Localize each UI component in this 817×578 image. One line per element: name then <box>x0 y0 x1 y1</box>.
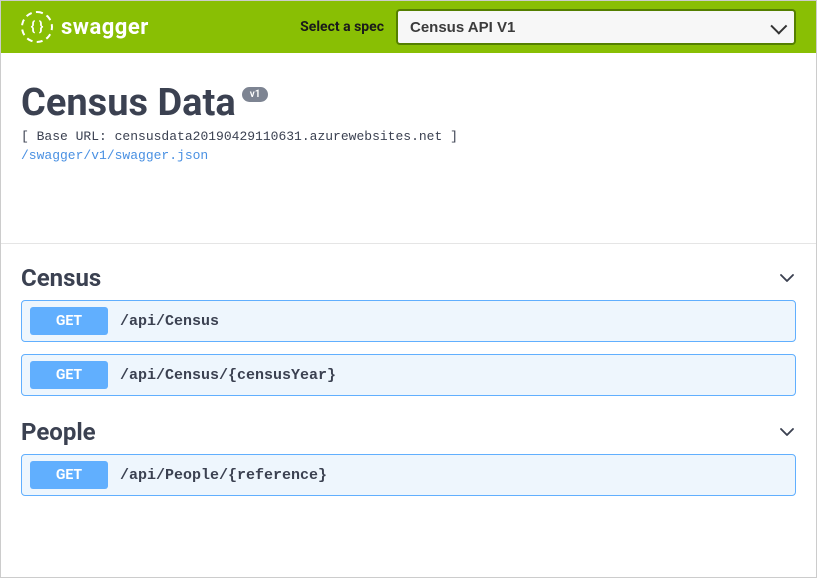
tag-header-people[interactable]: People <box>21 408 796 454</box>
method-badge-get: GET <box>30 361 108 389</box>
spec-selector-area: Select a spec Census API V1 <box>300 9 796 45</box>
spec-select-wrap: Census API V1 <box>396 9 796 45</box>
base-url-prefix: [ Base URL: <box>21 129 115 144</box>
chevron-down-icon <box>778 269 796 287</box>
operation-row[interactable]: GET /api/Census/{censusYear} <box>21 354 796 396</box>
base-url-value: censusdata20190429110631.azurewebsites.n… <box>115 129 443 144</box>
swagger-logo-icon: { } <box>21 11 53 43</box>
version-badge: v1 <box>242 87 269 102</box>
base-url-line: [ Base URL: censusdata20190429110631.azu… <box>21 129 796 144</box>
operation-row[interactable]: GET /api/Census <box>21 300 796 342</box>
swagger-json-link[interactable]: /swagger/v1/swagger.json <box>21 148 208 163</box>
api-info-section: Census Data v1 [ Base URL: censusdata201… <box>1 53 816 203</box>
swagger-logo-text: swagger <box>61 15 149 40</box>
operation-row[interactable]: GET /api/People/{reference} <box>21 454 796 496</box>
method-badge-get: GET <box>30 461 108 489</box>
base-url-suffix: ] <box>442 129 458 144</box>
operation-path: /api/Census <box>120 313 219 330</box>
swagger-logo[interactable]: { } swagger <box>21 11 149 43</box>
spec-select[interactable]: Census API V1 <box>396 9 796 45</box>
tag-name: Census <box>21 264 101 292</box>
section-gap <box>1 203 816 243</box>
operations-section: Census GET /api/Census GET /api/Census/{… <box>1 243 816 528</box>
operation-path: /api/Census/{censusYear} <box>120 367 336 384</box>
method-badge-get: GET <box>30 307 108 335</box>
operation-path: /api/People/{reference} <box>120 467 327 484</box>
topbar: { } swagger Select a spec Census API V1 <box>1 1 816 53</box>
tag-name: People <box>21 418 96 446</box>
api-title: Census Data <box>21 81 236 125</box>
chevron-down-icon <box>778 423 796 441</box>
api-title-row: Census Data v1 <box>21 81 796 125</box>
tag-header-census[interactable]: Census <box>21 254 796 300</box>
spec-select-label: Select a spec <box>300 19 384 35</box>
